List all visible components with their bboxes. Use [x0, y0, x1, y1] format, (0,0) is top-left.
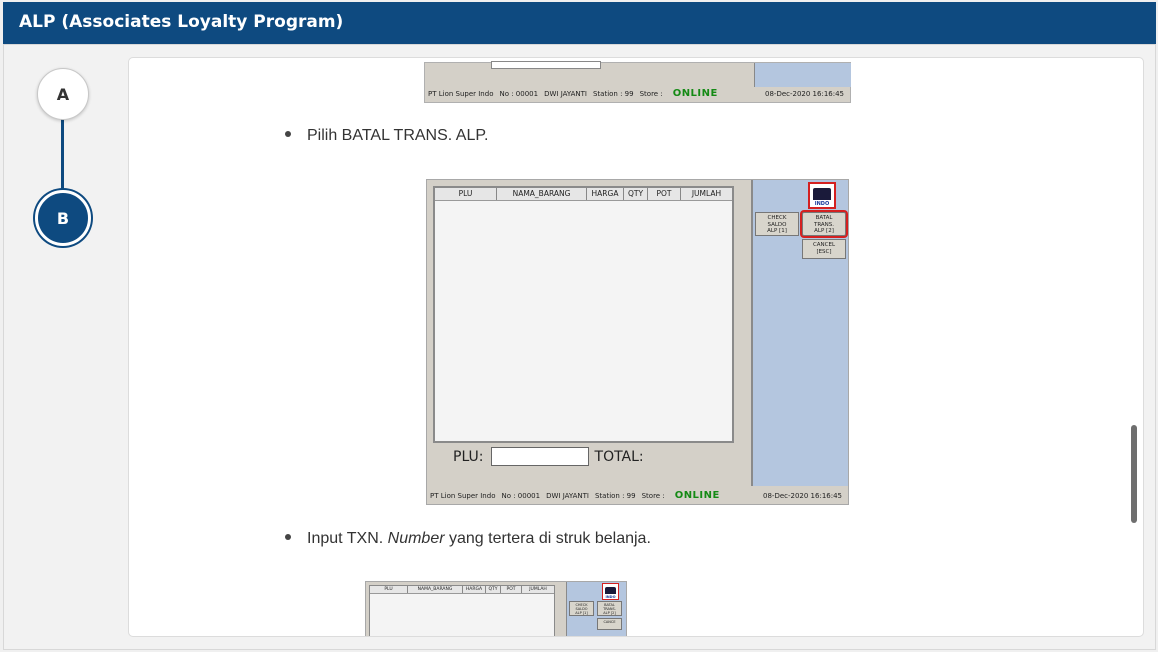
bullet-dot — [285, 131, 291, 137]
step-b-label: B — [56, 208, 70, 228]
status-station: Station : 99 — [592, 89, 634, 98]
status-online: ONLINE — [674, 490, 720, 501]
check-saldo-alp-button: CHECK SALDO ALP [1] — [755, 212, 799, 236]
status-no: No : 00001 — [501, 491, 541, 500]
col-harga: HARGA — [587, 188, 624, 200]
pos-statusbar: PT Lion Super Indo No : 00001 DWI JAYANT… — [427, 487, 848, 504]
bullet-dot — [285, 534, 291, 540]
pos-plu-row: PLU: TOTAL: — [453, 447, 644, 466]
status-no: No : 00001 — [499, 89, 539, 98]
superindo-logo: INDO — [808, 182, 836, 209]
bullet-text-italic: Number — [387, 530, 445, 547]
batal-trans-alp-button: BATAL TRANS. ALP [2] — [802, 212, 846, 236]
status-datetime: 08-Dec-2020 16:16:45 — [765, 89, 844, 98]
col-qty: QTY — [624, 188, 648, 200]
instruction-bullet-2: Input TXN. Number yang tertera di struk … — [285, 530, 651, 548]
status-store: Store : — [641, 491, 665, 500]
pos-screenshot-main: PLU NAMA_BARANG HARGA QTY POT JUMLAH PLU… — [426, 179, 849, 505]
pos-statusbar: PT Lion Super Indo No : 00001 DWI JAYANT… — [425, 85, 850, 102]
pos-side-panel — [754, 63, 851, 87]
bullet-text-suffix: yang tertera di struk belanja. — [444, 530, 651, 547]
col-jumlah: JUMLAH — [691, 189, 722, 198]
pos-side-panel: INDO CHECK SALDO ALP [1] BATAL TRANS. AL… — [751, 180, 848, 486]
cancel-button: CANCE — [597, 618, 622, 630]
pos-side-panel: INDO CHECK SALDO ALP [1] BATAL TRANS. AL… — [566, 582, 626, 636]
superindo-logo: INDO — [602, 583, 619, 600]
bullet-text-prefix: Input TXN. — [307, 530, 388, 547]
pos-grid-header: PLU NAMA_BARANG HARGA QTY POT JUMLAH — [435, 188, 732, 201]
plu-input — [490, 447, 589, 466]
total-label: TOTAL: — [594, 448, 644, 465]
batal-trans-alp-button: BATAL TRANS. ALP [2] — [597, 601, 622, 616]
logo-text: INDO — [814, 201, 830, 207]
pos-screenshot-bottom: PLU NAMA_BARANG HARGA QTY POT JUMLAH IND… — [365, 581, 627, 636]
status-company: PT Lion Super Indo — [430, 491, 496, 500]
pos-field — [491, 61, 601, 69]
status-station: Station : 99 — [594, 491, 636, 500]
instruction-card: PT Lion Super Indo No : 00001 DWI JAYANT… — [128, 57, 1144, 637]
stepper-connector — [61, 118, 64, 192]
col-plu: PLU — [370, 586, 408, 593]
scrollbar-thumb[interactable] — [1131, 425, 1137, 523]
instruction-bullet-1: Pilih BATAL TRANS. ALP. — [285, 127, 488, 145]
page-title: ALP (Associates Loyalty Program) — [19, 12, 344, 32]
status-online: ONLINE — [672, 88, 718, 99]
cancel-button: CANCEL [ESC] — [802, 239, 846, 259]
pos-item-grid: PLU NAMA_BARANG HARGA QTY POT JUMLAH — [433, 186, 734, 443]
logo-mark — [813, 188, 831, 200]
logo-text: INDO — [605, 595, 616, 599]
status-company: PT Lion Super Indo — [428, 89, 494, 98]
status-store: Store : — [639, 89, 663, 98]
plu-label: PLU: — [453, 448, 484, 465]
pos-grid-header: PLU NAMA_BARANG HARGA QTY POT JUMLAH — [370, 586, 554, 594]
col-plu: PLU — [435, 188, 497, 200]
pos-item-grid: PLU NAMA_BARANG HARGA QTY POT JUMLAH — [369, 585, 555, 636]
col-harga: HARGA — [463, 586, 486, 593]
col-qty: QTY — [486, 586, 501, 593]
col-nama-barang: NAMA_BARANG — [408, 586, 463, 593]
pos-screenshot-top: PT Lion Super Indo No : 00001 DWI JAYANT… — [424, 61, 851, 103]
check-saldo-alp-button: CHECK SALDO ALP [1] — [569, 601, 594, 616]
status-datetime: 08-Dec-2020 16:16:45 — [763, 491, 842, 500]
bullet-text: Pilih BATAL TRANS. ALP. — [307, 127, 489, 144]
col-pot: POT — [648, 188, 681, 200]
status-user: DWI JAYANTI — [544, 89, 587, 98]
logo-mark — [605, 587, 616, 594]
page-header: ALP (Associates Loyalty Program) — [3, 2, 1156, 44]
col-jumlah: JUMLAH — [529, 587, 547, 592]
col-nama-barang: NAMA_BARANG — [497, 188, 587, 200]
step-a[interactable]: A — [37, 68, 89, 120]
col-pot: POT — [501, 586, 522, 593]
step-a-label: A — [56, 84, 70, 104]
status-user: DWI JAYANTI — [546, 491, 589, 500]
step-b[interactable]: B — [35, 190, 91, 246]
